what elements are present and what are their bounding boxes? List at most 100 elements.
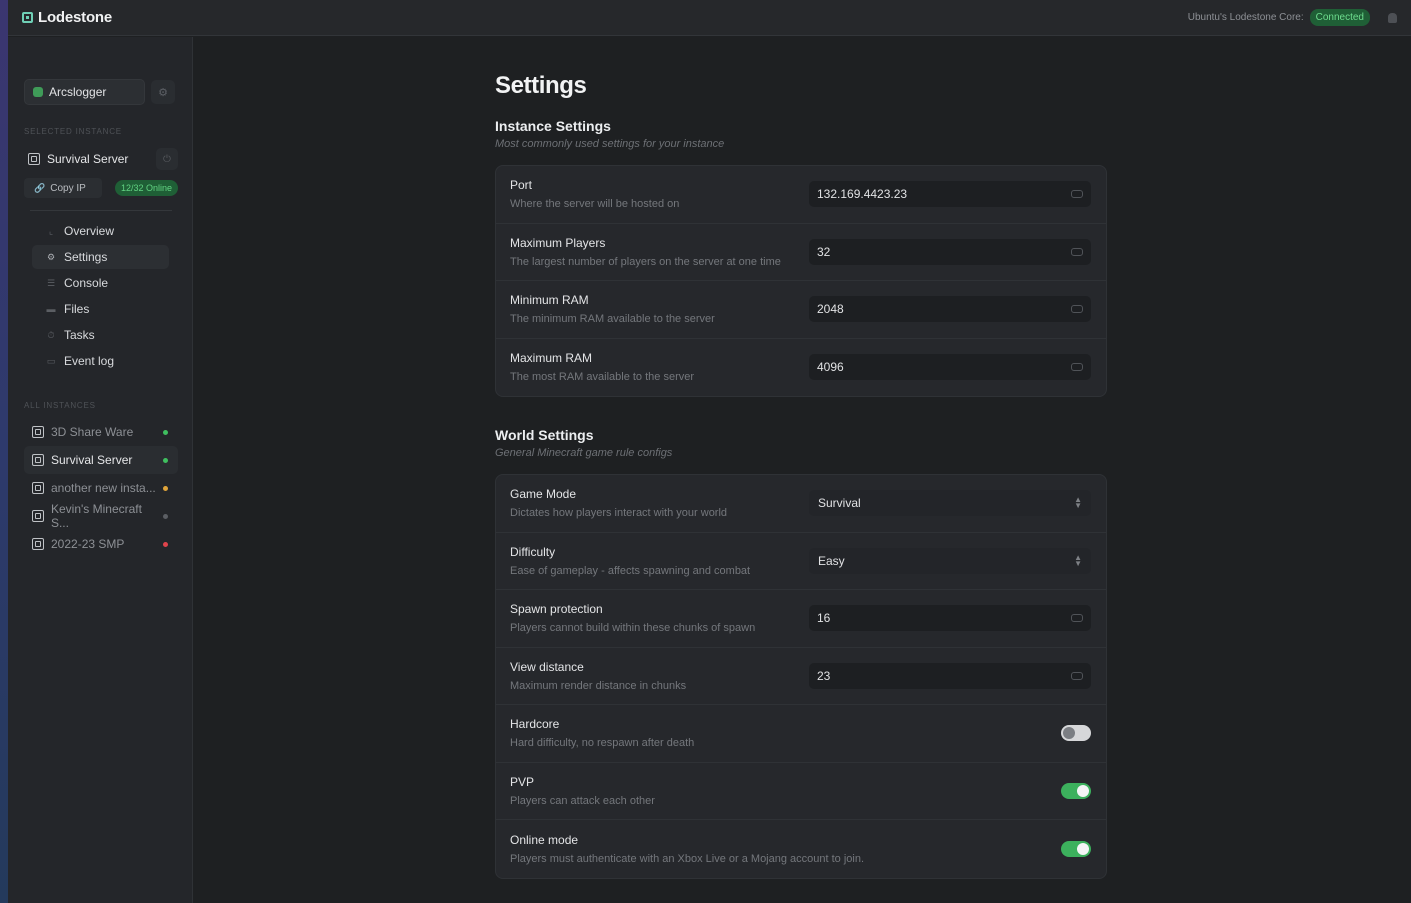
instance-list-item[interactable]: 3D Share Ware (24, 418, 178, 446)
instance-list-item[interactable]: Survival Server (24, 446, 178, 474)
instance-icon (32, 510, 44, 522)
instance-name: Kevin's Minecraft S... (50, 502, 142, 530)
copy-ip-button[interactable]: 🔗 Copy IP (24, 178, 102, 198)
all-instances-label: ALL INSTANCES (24, 401, 96, 410)
nav-tasks[interactable]: ⏱ Tasks (32, 323, 169, 347)
edit-icon (1071, 190, 1083, 199)
input-value: 132.169.4423.23 (817, 187, 908, 202)
instance-list-item[interactable]: 2022-23 SMP (24, 530, 178, 558)
toggle-knob (1063, 727, 1075, 740)
input-value: 32 (817, 244, 831, 259)
selected-instance-label-text: Survival Server (47, 152, 129, 166)
setting-label: View distance (510, 659, 584, 674)
user-settings-button[interactable]: ⚙ (151, 80, 175, 104)
folder-icon: ▬ (46, 303, 56, 314)
nav-event-log[interactable]: ▭ Event log (32, 349, 169, 373)
port-input[interactable]: 132.169.4423.23 (809, 181, 1091, 208)
select-value: Survival (818, 496, 861, 511)
setting-label: Online mode (510, 832, 579, 847)
setting-label: Spawn protection (510, 602, 603, 617)
toggle-knob (1077, 784, 1089, 797)
core-label: Ubuntu's Lodestone Core: (1187, 12, 1304, 23)
hardcore-toggle[interactable] (1061, 725, 1091, 742)
max-players-input[interactable]: 32 (809, 238, 1091, 265)
setting-description: Dictates how players interact with your … (510, 507, 728, 520)
edit-icon (1071, 671, 1083, 680)
instance-list-item[interactable]: Kevin's Minecraft S... (24, 502, 178, 530)
instance-name: 2022-23 SMP (51, 537, 125, 551)
min-ram-input[interactable]: 2048 (809, 296, 1091, 323)
nav-settings[interactable]: ⚙ Settings (32, 245, 169, 269)
status-dot (163, 541, 168, 547)
instance-name: another new insta... (51, 481, 156, 495)
brand[interactable]: Lodestone (22, 9, 112, 26)
user-avatar (33, 87, 43, 97)
instance-settings-title: Instance Settings (495, 118, 611, 134)
difficulty-select[interactable]: Easy ▲ ▼ (809, 547, 1091, 574)
world-settings-card: Game Mode Dictates how players interact w… (495, 474, 1107, 879)
setting-description: The minimum RAM available to the server (510, 313, 715, 326)
edit-icon (1071, 363, 1083, 372)
instance-icon (28, 153, 40, 165)
instance-name: 3D Share Ware (51, 425, 134, 439)
setting-row-pvp: PVP Players can attack each other (496, 763, 1106, 820)
max-ram-input[interactable]: 4096 (809, 354, 1091, 381)
selected-instance: Survival Server ⏻ (24, 148, 178, 170)
gear-icon: ⚙ (158, 86, 168, 99)
lodestone-logo-icon (22, 12, 33, 23)
selected-instance-label: SELECTED INSTANCE (24, 127, 122, 136)
world-settings-title: World Settings (495, 427, 594, 443)
setting-description: The most RAM available to the server (510, 371, 695, 384)
link-icon: 🔗 (34, 182, 46, 193)
instance-settings-subtitle: Most commonly used settings for your ins… (495, 138, 725, 150)
notification-bell-icon[interactable] (1388, 12, 1397, 23)
window-edge (0, 0, 8, 903)
status-dot (163, 429, 168, 435)
setting-row-online-mode: Online mode Players must authenticate wit… (496, 820, 1106, 878)
power-button[interactable]: ⏻ (156, 148, 178, 170)
setting-description: Players cannot build within these chunks… (510, 622, 756, 635)
copy-ip-label: Copy IP (50, 182, 86, 194)
instance-name: Survival Server (51, 453, 133, 467)
setting-description: Ease of gameplay - affects spawning and … (510, 564, 751, 577)
selected-instance-name[interactable]: Survival Server (28, 152, 128, 166)
ip-row: 🔗 Copy IP 12/32 Online (24, 178, 178, 198)
edit-icon (1071, 247, 1083, 256)
setting-row-game-mode: Game Mode Dictates how players interact w… (496, 475, 1106, 533)
tasks-icon: ⏱ (47, 329, 55, 340)
nav-label: Console (64, 276, 109, 290)
sidebar-divider (30, 210, 172, 211)
spawn-protection-input[interactable]: 16 (809, 605, 1091, 632)
world-settings-subtitle: General Minecraft game rule configs (495, 447, 673, 459)
instance-list-item[interactable]: another new insta... (24, 474, 178, 502)
nav-files[interactable]: ▬ Files (32, 297, 169, 321)
core-status: Ubuntu's Lodestone Core: Connected (1188, 9, 1397, 26)
setting-label: Minimum RAM (510, 293, 589, 308)
online-mode-toggle[interactable] (1061, 840, 1091, 857)
setting-description: Players must authenticate with an Xbox L… (510, 852, 865, 865)
page-title: Settings (495, 72, 587, 99)
setting-label: Game Mode (510, 487, 577, 502)
sidebar: Arcslogger ⚙ SELECTED INSTANCE Survival … (8, 37, 193, 903)
setting-label: Port (510, 178, 533, 193)
setting-label: PVP (510, 774, 535, 789)
status-dot (163, 485, 168, 491)
nav-console[interactable]: ☰ Console (32, 271, 169, 295)
nav-label: Files (64, 302, 90, 316)
user-menu[interactable]: Arcslogger (24, 79, 145, 105)
setting-row-max-players: Maximum Players The largest number of pla… (496, 224, 1106, 281)
updown-chevron-icon: ▲ ▼ (1074, 552, 1082, 568)
settings-page: Settings Instance Settings Most commonly… (495, 72, 1107, 879)
nav-overview[interactable]: ⌞ Overview (32, 219, 169, 243)
view-distance-input[interactable]: 23 (809, 662, 1091, 689)
game-mode-select[interactable]: Survival ▲ ▼ (809, 490, 1091, 517)
instance-icon (32, 538, 44, 550)
connection-badge: Connected (1309, 9, 1370, 26)
pvp-toggle[interactable] (1061, 782, 1091, 799)
setting-label: Difficulty (510, 544, 556, 559)
instance-icon (32, 426, 44, 438)
setting-description: Hard difficulty, no respawn after death (510, 737, 695, 750)
instance-nav: ⌞ Overview ⚙ Settings ☰ Console ▬ Files … (24, 219, 178, 373)
input-value: 4096 (817, 360, 844, 375)
setting-description: Where the server will be hosted on (510, 198, 680, 211)
